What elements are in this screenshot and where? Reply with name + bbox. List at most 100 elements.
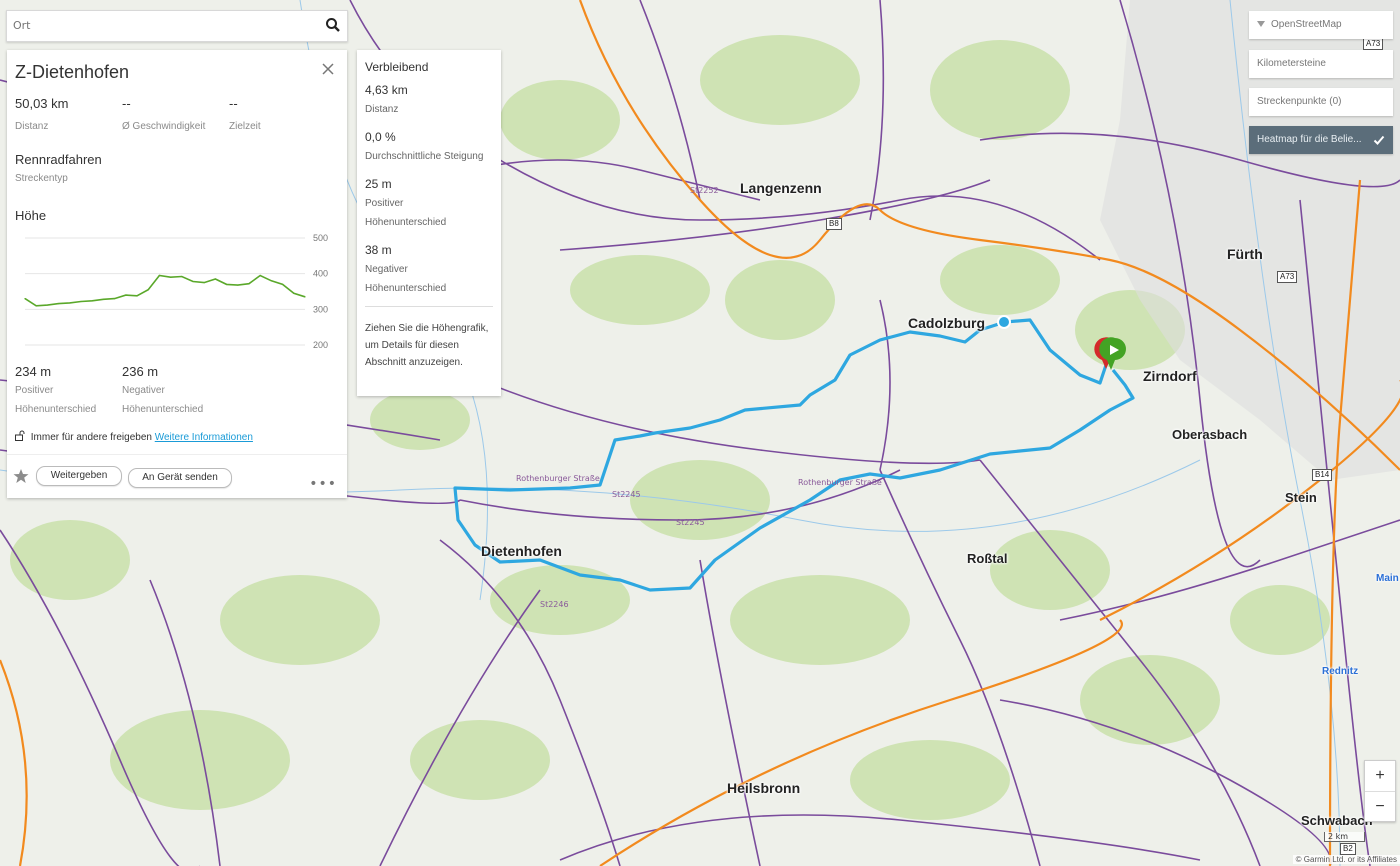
place-rosstal: Roßtal [967,551,1008,566]
course-type-label: Streckentyp [15,173,68,184]
target-time-label: Zielzeit [229,121,261,132]
avg-speed-value: -- [122,96,131,111]
course-points-label: Streckenpunkte (0) [1257,96,1342,107]
search-input[interactable] [7,11,319,39]
zoom-out-button[interactable]: − [1365,792,1395,822]
share-text: Immer für andere freigeben [30,432,152,443]
road-shield-b2: B2 [1340,843,1356,855]
river-main: Main [1376,573,1399,584]
remaining-distance-label: Distanz [365,104,399,115]
elevation-point [214,278,216,280]
send-to-device-button[interactable]: An Gerät senden [128,468,232,488]
place-cadolzburg: Cadolzburg [908,315,985,331]
place-schwabach: Schwabach [1301,813,1373,828]
y-tick-label: 400 [313,269,328,279]
elevation-point [226,283,228,285]
course-type-stat: Rennradfahren Streckentyp [15,152,102,188]
scale-bar: 2 km [1324,832,1365,842]
elevation-point [158,274,160,277]
y-tick-label: 300 [313,304,328,314]
ascent-label-2: Höhenunterschied [15,404,97,415]
share-button[interactable]: Weitergeben [36,466,122,486]
elevation-point [125,294,127,296]
elevation-line[interactable] [24,274,306,307]
check-icon [1373,135,1385,145]
place-oberasbach: Oberasbach [1172,427,1248,442]
elevation-point [170,276,172,278]
elevation-point [192,280,194,283]
elevation-point [270,280,272,282]
place-dietenhofen: Dietenhofen [481,543,562,559]
ascent-stat: 234 m Positiver Höhenunterschied [15,364,96,419]
elevation-point [293,292,295,294]
road-shield-b14: B14 [1312,469,1333,481]
basemap-selector[interactable]: OpenStreetMap [1249,11,1393,39]
course-panel: Z-Dietenhofen 50,03 km Distanz -- Ø Gesc… [7,50,347,498]
elevation-point [203,281,205,284]
elevation-point [147,289,149,291]
zoom-in-button[interactable]: + [1365,761,1395,791]
y-tick-label: 500 [313,233,328,243]
elevation-point [35,305,37,307]
elevation-point [69,302,71,304]
remaining-descent-value: 38 m [365,243,392,257]
road-label: St2245 [612,490,641,499]
km-markers-toggle[interactable]: Kilometersteine [1249,50,1393,78]
avg-speed-label: Ø Geschwindigkeit [122,121,206,132]
close-icon[interactable] [321,62,335,76]
descent-stat: 236 m Negativer Höhenunterschied [122,364,203,419]
more-info-link[interactable]: Weitere Informationen [155,432,253,443]
heatmap-label: Heatmap für die Belie... [1257,134,1362,145]
road-label: St2246 [540,600,569,609]
river-rednitz: Rednitz [1322,666,1359,677]
road-shield-a73: A73 [1363,38,1384,50]
elevation-point [237,284,239,286]
elevation-point [80,300,82,303]
divider [7,454,347,455]
road-label: Rothenburger Straße [516,474,600,483]
position-marker[interactable] [997,315,1011,329]
elevation-point [248,283,250,285]
road-label: St2245 [676,518,705,527]
zoom-control: + − [1364,760,1396,822]
heatmap-toggle[interactable]: Heatmap für die Belie... [1249,126,1393,154]
remaining-panel: Verbleibend 4,63 km Distanz 0,0 % Durchs… [357,50,501,396]
more-options-icon[interactable]: ••• [309,476,337,492]
elevation-point [46,304,48,306]
road-label: Rothenburger Straße [798,478,882,487]
km-markers-label: Kilometersteine [1257,58,1326,69]
descent-label-1: Negativer [122,385,165,396]
place-heilsbronn: Heilsbronn [727,780,801,796]
target-time-value: -- [229,96,238,111]
star-icon[interactable] [13,468,29,484]
share-row: Immer für andere freigeben Weitere Infor… [15,430,253,443]
ascent-value: 234 m [15,364,52,379]
course-points-toggle[interactable]: Streckenpunkte (0) [1249,88,1393,116]
divider [365,306,493,307]
elevation-chart[interactable]: 500 400 300 200 [15,230,340,350]
elevation-point [91,300,93,302]
place-langenzenn: Langenzenn [740,180,822,196]
place-stein: Stein [1285,490,1317,505]
distance-stat: 50,03 km Distanz [15,96,68,136]
course-title: Z-Dietenhofen [15,62,130,82]
search-icon[interactable] [325,17,341,33]
elevation-point [304,296,306,298]
course-type-value: Rennradfahren [15,152,102,167]
remaining-descent-label-2: Höhenunterschied [365,283,447,294]
remaining-heading: Verbleibend [365,60,429,74]
elevation-hint: Ziehen Sie die Höhengrafik, um Details f… [365,323,489,368]
road-label: St2252 [690,186,719,195]
unlock-icon [15,430,25,441]
place-zirndorf: Zirndorf [1143,368,1197,384]
remaining-ascent-value: 25 m [365,177,392,191]
elevation-point [102,298,104,300]
remaining-grade-value: 0,0 % [365,130,396,144]
attribution: © Garmin Ltd. or its Affiliates [1292,855,1400,864]
distance-label: Distanz [15,121,49,132]
target-time-stat: -- Zielzeit [229,96,261,136]
descent-value: 236 m [122,364,159,379]
chevron-down-icon [1257,21,1265,28]
road-shield-a73-2: A73 [1277,271,1298,283]
search-bar [6,10,348,42]
